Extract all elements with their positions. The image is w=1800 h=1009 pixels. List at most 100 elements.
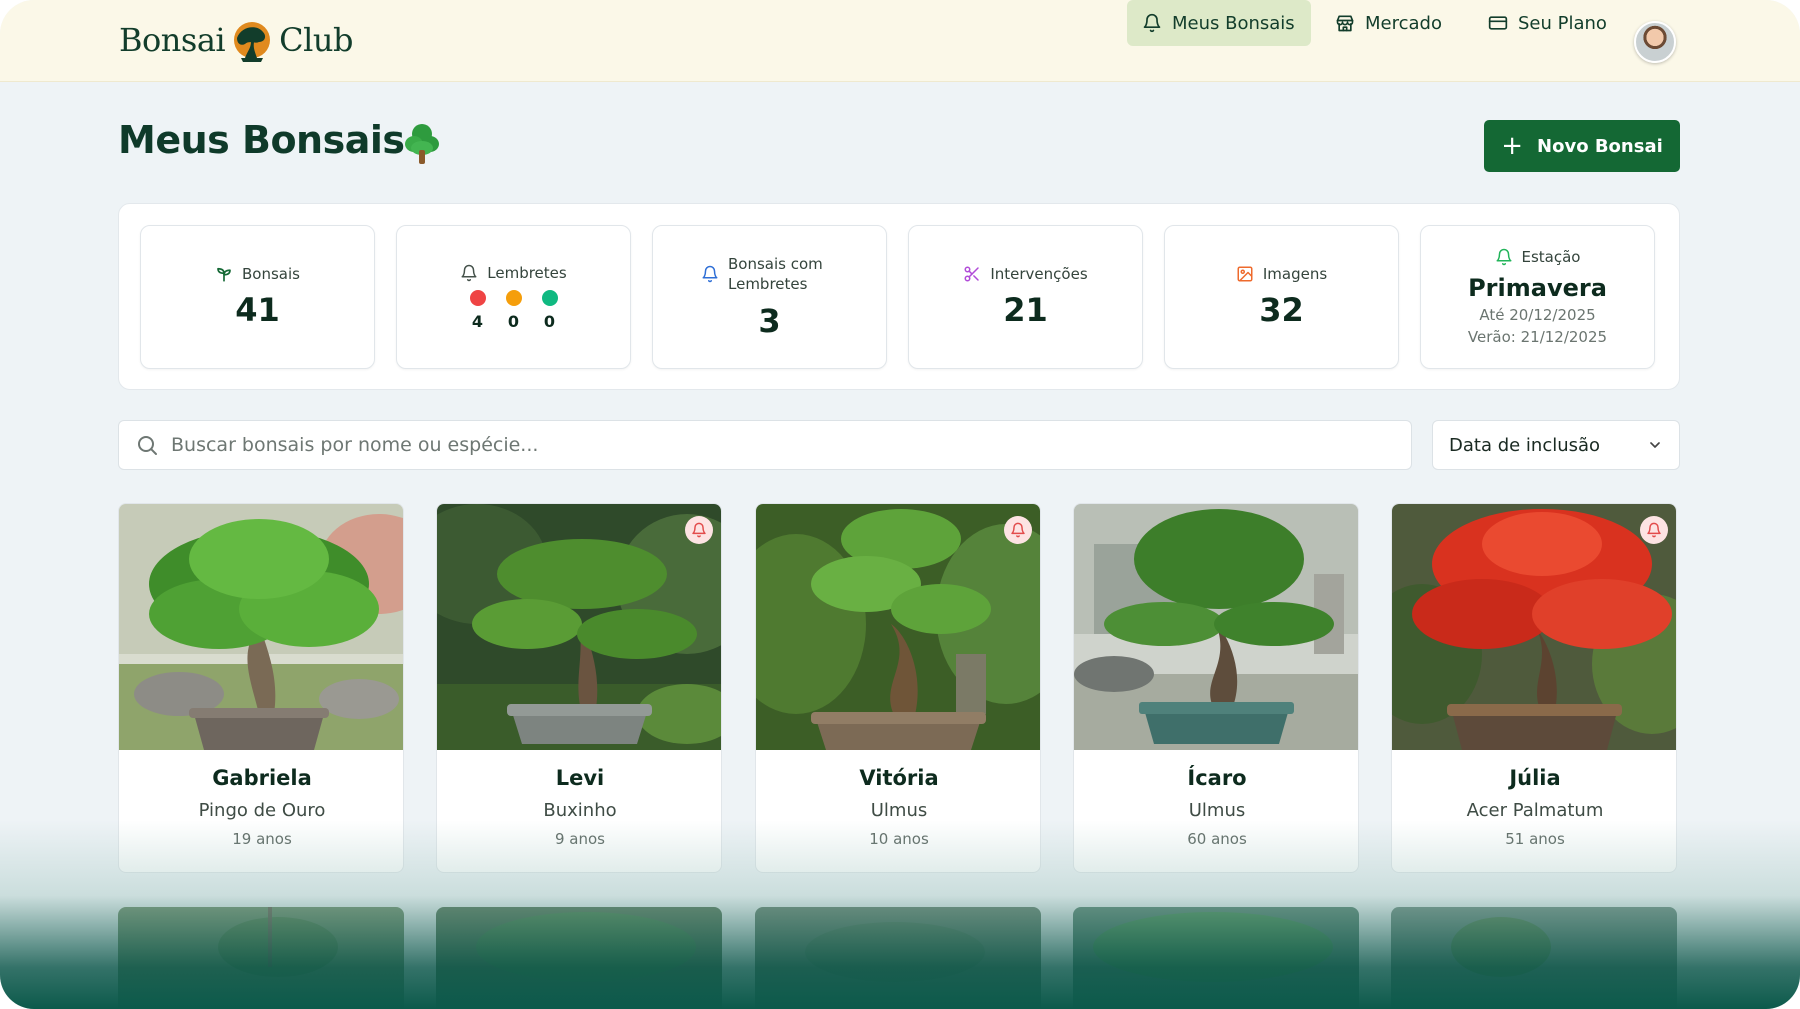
bonsai-species: Ulmus <box>1188 800 1246 821</box>
stat-com-lembretes-value: 3 <box>758 302 781 340</box>
novo-bonsai-button[interactable]: + Novo Bonsai <box>1484 120 1680 172</box>
nav-mercado[interactable]: Mercado <box>1320 0 1457 46</box>
reminder-count-orange: 0 <box>507 311 520 331</box>
stat-bonsais-value: 41 <box>235 291 280 329</box>
bonsai-species: Ulmus <box>870 800 928 821</box>
bonsai-logo-icon <box>234 22 271 62</box>
season-next: Verão: 21/12/2025 <box>1467 328 1608 346</box>
bonsai-card-partial[interactable] <box>1391 907 1677 1009</box>
bonsai-name: Vitória <box>859 766 939 790</box>
bonsai-card-partial[interactable] <box>118 907 404 1009</box>
scissors-icon <box>964 266 980 282</box>
bell-icon <box>692 522 706 538</box>
store-icon <box>1336 15 1354 32</box>
sprout-icon <box>217 267 231 282</box>
bonsai-club-logo[interactable]: Bonsai Club <box>119 18 353 62</box>
bonsai-name: Ícaro <box>1187 766 1247 790</box>
user-avatar[interactable] <box>1634 21 1676 63</box>
bell-icon <box>461 264 477 281</box>
bonsai-photo <box>119 504 403 750</box>
bonsai-name: Gabriela <box>212 766 312 790</box>
bonsai-photo <box>437 504 721 750</box>
plus-icon: + <box>1501 131 1524 161</box>
bonsai-card-partial[interactable] <box>436 907 722 1009</box>
nav-seu-plano[interactable]: Seu Plano <box>1473 0 1622 46</box>
bonsai-species: Buxinho <box>543 800 617 821</box>
bonsai-card[interactable]: Ícaro Ulmus 60 anos <box>1073 503 1359 873</box>
sort-select[interactable]: Data de inclusão <box>1432 420 1680 470</box>
bonsai-card[interactable]: Júlia Acer Palmatum 51 anos <box>1391 503 1677 873</box>
bonsai-photo <box>436 907 722 1009</box>
reminder-count-red: 4 <box>471 311 484 331</box>
bonsai-age: 19 anos <box>232 830 292 848</box>
bonsai-age: 60 anos <box>1187 830 1247 848</box>
bonsai-photo <box>1074 504 1358 750</box>
chevron-down-icon <box>1650 442 1660 448</box>
bonsai-photo <box>755 907 1041 1009</box>
credit-card-icon <box>1488 16 1508 30</box>
nav-mercado-label: Mercado <box>1365 12 1442 34</box>
bonsai-name: Levi <box>555 766 605 790</box>
stat-imagens-label: Imagens <box>1262 265 1328 283</box>
stat-estacao: Estação Primavera Até 20/12/2025 Verão: … <box>1420 225 1655 369</box>
stat-intervencoes-value: 21 <box>1003 291 1048 329</box>
bonsai-card[interactable]: Vitória Ulmus 10 anos <box>755 503 1041 873</box>
bonsai-name: Júlia <box>1509 766 1561 790</box>
sort-selected-value: Data de inclusão <box>1449 434 1601 456</box>
bonsai-age: 9 anos <box>554 830 605 848</box>
stat-bonsais-label: Bonsais <box>242 265 300 283</box>
tree-icon <box>405 124 439 164</box>
stat-bonsais: Bonsais 41 <box>140 225 375 369</box>
page-title: Meus Bonsais <box>118 118 405 162</box>
stat-lembretes: Lembretes 4 0 0 <box>396 225 631 369</box>
stats-panel: Bonsais 41 Lembretes 4 0 0 Bonsais com L… <box>118 203 1680 390</box>
image-icon <box>1237 266 1253 282</box>
top-navigation-bar: Bonsai Club Meus Bonsais Mercado Seu Pla… <box>0 0 1800 82</box>
nav-meus-bonsais[interactable]: Meus Bonsais <box>1127 0 1311 46</box>
bell-icon <box>1011 522 1025 538</box>
reminder-status-dots: 4 0 0 <box>469 289 558 331</box>
stat-imagens: Imagens 32 <box>1164 225 1399 369</box>
nav-seu-plano-label: Seu Plano <box>1518 12 1607 34</box>
bonsai-card-partial[interactable] <box>1073 907 1359 1009</box>
bonsai-photo <box>118 907 404 1009</box>
status-dot-red <box>469 289 486 306</box>
bonsai-photo <box>1391 907 1677 1009</box>
bell-icon <box>1143 13 1161 33</box>
reminder-badge <box>685 516 713 544</box>
status-dot-green <box>541 289 558 306</box>
bonsai-age: 51 anos <box>1505 830 1565 848</box>
search-box <box>118 420 1412 470</box>
reminder-badge <box>1640 516 1668 544</box>
stat-imagens-value: 32 <box>1259 291 1304 329</box>
stat-bonsais-com-lembretes: Bonsais com Lembretes 3 <box>652 225 887 369</box>
season-until: Até 20/12/2025 <box>1479 306 1596 324</box>
logo-text-right: Club <box>279 21 353 59</box>
reminder-count-green: 0 <box>543 311 556 331</box>
app-window: Bonsai Club Meus Bonsais Mercado Seu Pla… <box>0 0 1800 1009</box>
stat-intervencoes-label: Intervenções <box>990 265 1088 283</box>
search-input[interactable] <box>171 434 1371 456</box>
season-name: Primavera <box>1468 274 1607 302</box>
bonsai-age: 10 anos <box>869 830 929 848</box>
bonsai-photo <box>756 504 1040 750</box>
bonsai-species: Pingo de Ouro <box>198 800 326 821</box>
stat-intervencoes: Intervenções 21 <box>908 225 1143 369</box>
bell-icon <box>702 265 718 283</box>
bonsai-card-partial[interactable] <box>755 907 1041 1009</box>
stat-estacao-label: Estação <box>1521 248 1581 266</box>
novo-bonsai-label: Novo Bonsai <box>1537 135 1663 157</box>
bell-icon <box>1496 248 1511 266</box>
bonsai-card[interactable]: Gabriela Pingo de Ouro 19 anos <box>118 503 404 873</box>
search-icon <box>138 436 157 455</box>
stat-com-lembretes-label: Bonsais com Lembretes <box>728 255 823 293</box>
bonsai-species: Acer Palmatum <box>1466 800 1604 821</box>
logo-text-left: Bonsai <box>119 21 226 59</box>
nav-meus-bonsais-label: Meus Bonsais <box>1172 12 1295 34</box>
bonsai-photo <box>1392 504 1676 750</box>
bonsai-card[interactable]: Levi Buxinho 9 anos <box>436 503 722 873</box>
bonsai-photo <box>1073 907 1359 1009</box>
bell-icon <box>1647 522 1661 538</box>
status-dot-orange <box>505 289 522 306</box>
stat-lembretes-label: Lembretes <box>487 263 567 282</box>
